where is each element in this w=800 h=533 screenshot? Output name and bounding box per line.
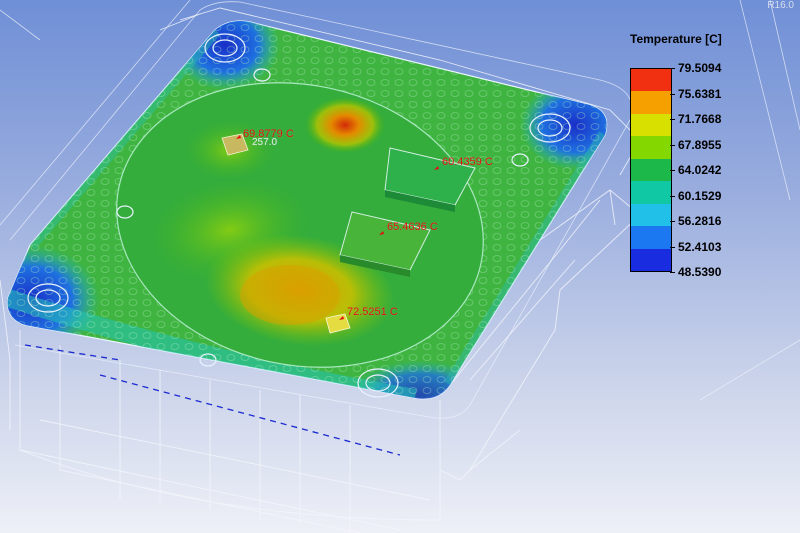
legend-tick xyxy=(670,119,675,120)
probe-secondary-label: 257.0 xyxy=(252,137,278,148)
legend-tick xyxy=(670,246,675,248)
legend-value: 48.5390 xyxy=(678,265,722,279)
legend-band xyxy=(631,136,671,159)
legend-value: 67.8955 xyxy=(678,137,722,152)
probe-value: 72.5251 C xyxy=(347,306,398,318)
probe-label[interactable]: 60.4359 C xyxy=(442,156,493,168)
temperature-legend: Temperature [C] 79.5094 75.6381 71.7668 67.… xyxy=(620,28,790,288)
probe-label[interactable]: 65.4636 C xyxy=(387,221,438,233)
legend-value: 75.6381 xyxy=(678,86,722,101)
legend-band xyxy=(631,69,671,92)
legend-value: 56.2816 xyxy=(678,214,722,228)
legend-tick xyxy=(670,68,675,69)
legend-value: 64.0242 xyxy=(678,163,722,177)
legend-band xyxy=(631,158,671,182)
legend-tick xyxy=(670,170,675,171)
legend-band xyxy=(631,113,671,137)
legend-band xyxy=(631,248,671,271)
legend-band xyxy=(631,226,671,249)
legend-tick xyxy=(670,272,675,273)
legend-color-bar xyxy=(630,68,672,272)
probe-value: 60.4359 C xyxy=(442,156,493,168)
3d-viewport[interactable]: R16.0 69.8779 C 257.0 60.4359 C 65.4636 … xyxy=(0,0,800,533)
legend-tick xyxy=(670,93,675,95)
legend-tick xyxy=(670,195,675,197)
legend-value: 71.7668 xyxy=(678,112,722,126)
legend-band xyxy=(631,181,671,204)
legend-value: 79.5094 xyxy=(678,61,722,75)
legend-value: 52.4103 xyxy=(678,239,722,254)
legend-tick xyxy=(670,221,675,222)
probe-value: 65.4636 C xyxy=(387,221,438,233)
legend-band xyxy=(631,91,671,114)
legend-tick xyxy=(670,144,675,146)
legend-band xyxy=(631,203,671,227)
view-orientation-label: R16.0 xyxy=(767,0,794,11)
legend-value: 60.1529 xyxy=(678,188,722,203)
legend-title: Temperature [C] xyxy=(630,32,722,46)
probe-label[interactable]: 72.5251 C xyxy=(347,306,398,318)
